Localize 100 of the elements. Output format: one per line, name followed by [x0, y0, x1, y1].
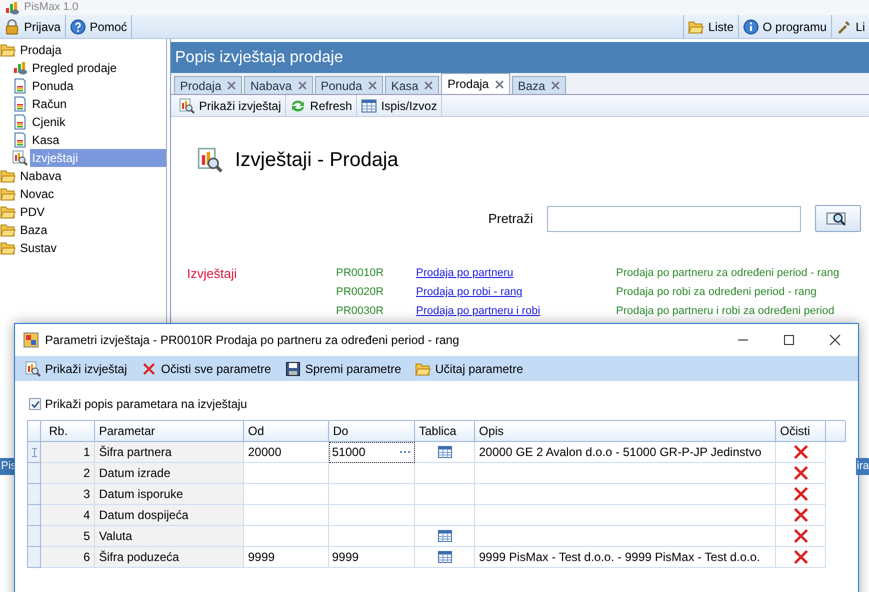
refresh-icon [290, 98, 306, 114]
tree-item[interactable]: Sustav [18, 239, 59, 257]
tab[interactable]: Kasa [385, 76, 440, 94]
delete-icon[interactable] [794, 508, 808, 522]
table-cell: Datum izrade [95, 463, 244, 484]
toolbar-button[interactable]: Ispis/Izvoz [381, 96, 438, 114]
document-icon [12, 96, 28, 112]
tab[interactable]: Prodaja [174, 76, 242, 94]
folder-icon [0, 168, 16, 184]
column-header[interactable]: Do [329, 421, 415, 442]
table-cell: Šifra partnera [95, 442, 244, 463]
toolbar-button[interactable]: Liste [708, 18, 734, 36]
checkbox[interactable] [29, 398, 41, 410]
column-header[interactable]: Tablica [415, 421, 475, 442]
table-cell[interactable] [329, 463, 415, 484]
tab[interactable]: Prodaja [441, 73, 510, 94]
report-link[interactable]: Prodaja po partneru [416, 267, 514, 280]
info-icon [742, 18, 759, 34]
tree-item[interactable]: Ponuda [30, 77, 76, 95]
toolbar-button[interactable]: Prikaži izvještaj [45, 360, 128, 378]
delete-icon[interactable] [794, 445, 808, 459]
toolbar-button[interactable]: Prijava [24, 18, 61, 36]
toolbar-button[interactable]: Učitaj parametre [435, 360, 524, 378]
toolbar-button[interactable]: O programu [762, 18, 827, 36]
search-label: Pretraži [488, 210, 533, 228]
delete-icon[interactable] [794, 550, 808, 564]
report-icon [25, 360, 41, 376]
folder-icon [0, 204, 16, 220]
row-header[interactable] [28, 484, 41, 505]
toolbar-button[interactable]: Pomoć [90, 18, 128, 36]
row-header[interactable] [28, 526, 41, 547]
table-icon[interactable] [438, 530, 452, 542]
text-cursor-icon [32, 448, 36, 456]
table-cell[interactable]: 20000 [244, 442, 329, 463]
toolbar-button[interactable]: Očisti sve parametre [161, 360, 272, 378]
document-icon [12, 114, 28, 130]
search-field[interactable] [547, 206, 801, 232]
table-cell: 20000 GE 2 Avalon d.o.o - 51000 GR-P-JP Jedinstvo [475, 442, 776, 463]
report-link[interactable]: Prodaja po partneru i robi [416, 305, 540, 318]
table-cell: Datum dospijeća [95, 505, 244, 526]
tree-item[interactable]: Pregled prodaje [30, 59, 119, 77]
toolbar-button[interactable]: Refresh [310, 96, 352, 114]
tree-item[interactable]: Nabava [18, 167, 64, 185]
toolbar-button[interactable]: Spremi parametre [305, 360, 402, 378]
column-header[interactable]: Opis [475, 421, 776, 442]
report-icon [179, 98, 195, 114]
row-header[interactable] [28, 463, 41, 484]
row-header[interactable] [28, 505, 41, 526]
dialog-title: Parametri izvještaja - PR0010R Prodaja po partneru za određeni period - rang [45, 332, 460, 349]
delete-icon[interactable] [794, 466, 808, 480]
tree-item[interactable]: Račun [30, 95, 69, 113]
table-icon[interactable] [438, 551, 452, 563]
folder-icon [0, 186, 16, 202]
delete-icon[interactable] [794, 529, 808, 543]
table-cell[interactable] [329, 484, 415, 505]
table-cell: Valuta [95, 526, 244, 547]
panel-header: Popis izvještaja prodaje [171, 42, 869, 73]
report-link[interactable]: Prodaja po robi - rang [416, 286, 522, 298]
table-cell: 4 [41, 505, 95, 526]
table-cell[interactable]: 9999 [244, 547, 329, 568]
table-cell[interactable] [329, 526, 415, 547]
column-header[interactable]: Od [244, 421, 329, 442]
checkbox-label: Prikaži popis parametara na izvještaju [45, 396, 248, 413]
report-code: PR0020R [336, 285, 385, 300]
page-heading: Izvještaji - Prodaja [235, 148, 398, 173]
tree-item[interactable]: Novac [18, 185, 56, 203]
report-code: PR0010R [336, 266, 385, 282]
table-cell[interactable] [244, 463, 329, 484]
search-button[interactable] [815, 205, 861, 232]
toolbar-button[interactable]: Li [856, 18, 865, 36]
delete-icon[interactable] [794, 487, 808, 501]
table-cell[interactable] [244, 505, 329, 526]
table-cell[interactable]: 9999 [329, 547, 415, 568]
table-icon[interactable] [438, 446, 452, 458]
close-icon[interactable] [494, 80, 504, 88]
tree-item[interactable]: Baza [18, 221, 50, 239]
table-cell[interactable] [329, 505, 415, 526]
report-description: Prodaja po robi za određeni period - rang [616, 285, 817, 300]
ellipsis-icon[interactable] [399, 450, 411, 454]
tree-item[interactable]: Cjenik [30, 113, 68, 131]
app-logo-icon [4, 0, 20, 15]
column-header[interactable]: Očisti [776, 421, 826, 442]
tree-item[interactable]: PDV [18, 203, 47, 221]
row-header[interactable] [28, 547, 41, 568]
table-cell: 1 [41, 442, 95, 463]
help-icon [70, 18, 86, 34]
table-cell[interactable] [244, 526, 329, 547]
tree-item[interactable]: Prodaja [18, 41, 64, 59]
toolbar-button[interactable]: Prikaži izvještaj [199, 96, 282, 114]
tree-item[interactable]: Kasa [30, 131, 62, 149]
window-icon [23, 332, 39, 348]
column-header[interactable] [826, 421, 846, 442]
tab[interactable]: Nabava [244, 76, 313, 94]
cell-editor[interactable]: 51000 [329, 442, 415, 463]
report-icon [197, 147, 223, 173]
tab[interactable]: Baza [512, 76, 566, 94]
report-code: PR0030R [336, 304, 385, 320]
row-header[interactable] [28, 442, 41, 463]
table-cell[interactable] [244, 484, 329, 505]
tab[interactable]: Ponuda [314, 76, 384, 94]
